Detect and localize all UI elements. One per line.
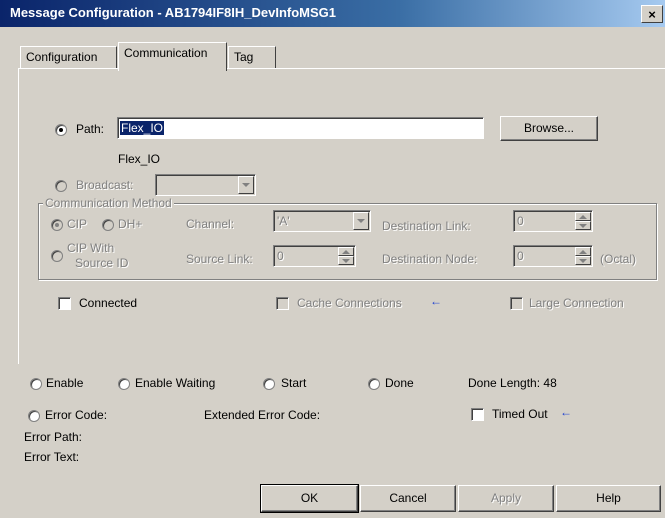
tab-tag[interactable]: Tag [228, 46, 276, 68]
arrow-left-icon: ← [560, 405, 572, 419]
spin-down-icon [575, 221, 591, 230]
chevron-down-icon [238, 176, 254, 194]
destination-node-value: 0 [517, 249, 524, 263]
start-label: Start [281, 376, 307, 390]
cip-source-id-label-line1: CIP With [67, 241, 115, 255]
enable-indicator [30, 378, 42, 390]
resolved-path: Flex_IO [118, 152, 161, 166]
dhplus-label: DH+ [118, 217, 143, 231]
destination-node-spinner[interactable]: 0 [513, 245, 593, 267]
tab-label: Tag [234, 50, 254, 64]
done-length: Done Length: 48 [468, 376, 557, 390]
tab-communication[interactable]: Communication [118, 42, 227, 71]
timed-out-checkbox [471, 408, 484, 421]
enable-waiting-label: Enable Waiting [135, 376, 216, 390]
browse-button[interactable]: Browse... [500, 116, 598, 141]
enable-waiting-indicator [118, 378, 130, 390]
spin-up-icon [338, 247, 354, 256]
large-connection-checkbox[interactable] [510, 297, 523, 310]
close-icon: × [648, 7, 656, 22]
channel-select[interactable]: 'A' [273, 210, 371, 232]
help-button[interactable]: Help [556, 485, 661, 512]
apply-button[interactable]: Apply [458, 485, 554, 512]
cancel-button[interactable]: Cancel [360, 485, 456, 512]
destination-node-label: Destination Node: [382, 252, 478, 266]
communication-method-legend: Communication Method [43, 196, 174, 210]
octal-label: (Octal) [600, 252, 636, 266]
enable-label: Enable [46, 376, 84, 390]
spin-up-icon [575, 247, 591, 256]
chevron-down-icon [353, 212, 369, 230]
connected-label: Connected [79, 296, 138, 310]
tab-configuration[interactable]: Configuration [20, 46, 117, 68]
close-button[interactable]: × [641, 5, 663, 23]
done-indicator [368, 378, 380, 390]
large-connection-label: Large Connection [529, 296, 624, 310]
cip-source-id-radio[interactable] [51, 250, 63, 262]
destination-link-spinner[interactable]: 0 [513, 210, 593, 232]
channel-value: 'A' [277, 214, 290, 228]
broadcast-label: Broadcast: [76, 178, 134, 192]
window-title: Message Configuration - AB1794IF8IH_DevI… [10, 5, 337, 20]
tab-label: Configuration [26, 50, 98, 64]
ok-button[interactable]: OK [260, 484, 359, 513]
cip-source-id-label-line2: Source ID [75, 256, 129, 270]
destination-link-label: Destination Link: [382, 219, 471, 233]
spin-up-icon [575, 212, 591, 221]
cache-connections-checkbox[interactable] [276, 297, 289, 310]
error-text-label: Error Text: [24, 450, 80, 464]
extended-error-code-label: Extended Error Code: [204, 408, 321, 422]
broadcast-radio[interactable] [55, 180, 67, 192]
dhplus-radio[interactable] [102, 219, 114, 231]
broadcast-select[interactable] [155, 174, 256, 196]
arrow-left-icon: ← [430, 294, 442, 308]
source-link-value: 0 [277, 249, 284, 263]
channel-label: Channel: [186, 217, 235, 231]
connected-checkbox[interactable] [58, 297, 71, 310]
cache-connections-label: Cache Connections [297, 296, 402, 310]
start-indicator [263, 378, 275, 390]
spin-down-icon [575, 256, 591, 265]
done-label: Done [385, 376, 414, 390]
source-link-label: Source Link: [186, 252, 253, 266]
path-radio[interactable] [55, 124, 67, 136]
tab-label: Communication [124, 46, 208, 60]
timed-out-label: Timed Out [492, 407, 548, 421]
path-label: Path: [76, 122, 105, 136]
source-link-spinner[interactable]: 0 [273, 245, 356, 267]
cip-label: CIP [67, 217, 88, 231]
error-code-indicator [28, 410, 40, 422]
cip-radio[interactable] [51, 219, 63, 231]
path-value: Flex_IO [120, 121, 165, 135]
error-code-label: Error Code: [45, 408, 108, 422]
spin-down-icon [338, 256, 354, 265]
path-input[interactable]: Flex_IO [117, 117, 484, 139]
destination-link-value: 0 [517, 214, 524, 228]
error-path-label: Error Path: [24, 430, 83, 444]
